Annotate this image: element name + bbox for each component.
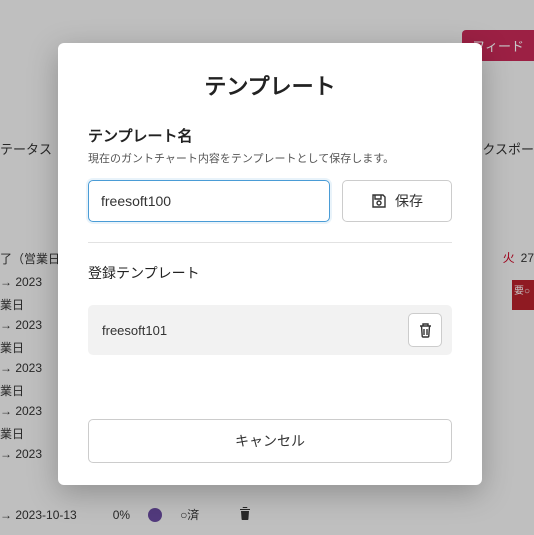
- save-button[interactable]: 保存: [342, 180, 452, 222]
- cancel-button[interactable]: キャンセル: [88, 419, 452, 463]
- cancel-button-label: キャンセル: [235, 431, 305, 451]
- template-name-hint: 現在のガントチャート内容をテンプレートとして保存します。: [88, 150, 452, 166]
- template-item-name: freesoft101: [102, 323, 167, 338]
- template-name-input[interactable]: [88, 180, 330, 222]
- modal-title: テンプレート: [88, 69, 452, 101]
- template-list-label: 登録テンプレート: [88, 263, 452, 283]
- template-name-row: 保存: [88, 180, 452, 222]
- divider: [88, 242, 452, 243]
- save-button-label: 保存: [395, 191, 423, 211]
- delete-button[interactable]: [408, 313, 442, 347]
- template-name-label: テンプレート名: [88, 125, 452, 146]
- template-list-item[interactable]: freesoft101: [88, 305, 452, 355]
- trash-icon: [418, 322, 433, 338]
- save-icon: [371, 193, 387, 209]
- template-modal: テンプレート テンプレート名 現在のガントチャート内容をテンプレートとして保存し…: [58, 43, 482, 485]
